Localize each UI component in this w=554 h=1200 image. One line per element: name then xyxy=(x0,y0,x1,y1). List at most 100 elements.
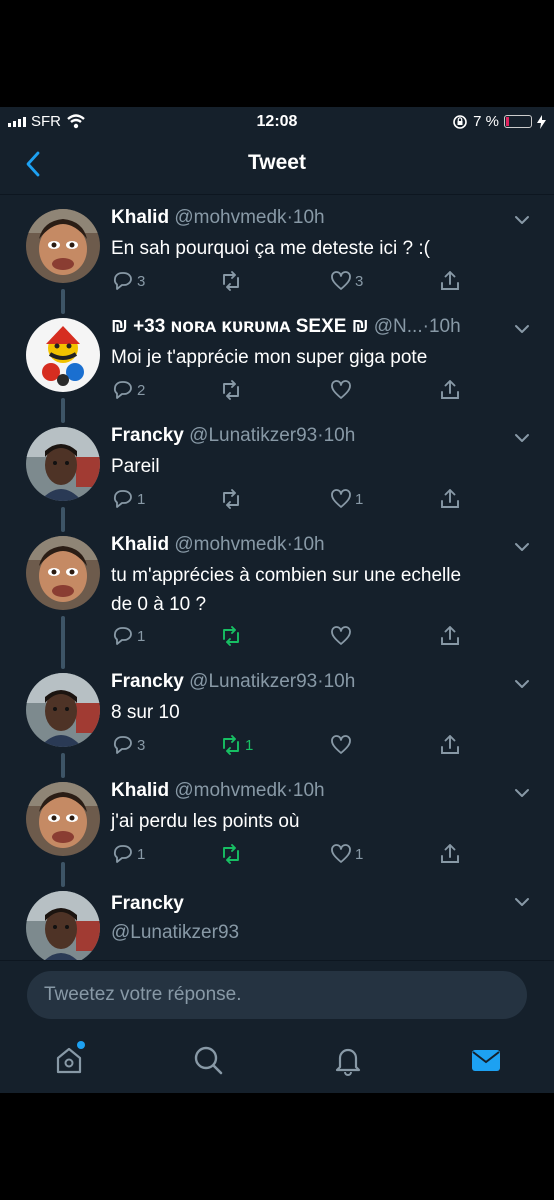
tweet-header: ₪ +33 ɴᴏʀᴀ ᴋᴜʀᴜᴍᴀ SEXE ₪ @N...·10h xyxy=(111,316,461,338)
avatar[interactable] xyxy=(26,673,100,747)
tweet[interactable]: Khalid @mohvmedk·10h j'ai perdu les point… xyxy=(0,768,554,887)
tweet[interactable]: Khalid @mohvmedk·10h tu m'apprécies à com… xyxy=(0,522,554,669)
chevron-down-icon[interactable] xyxy=(514,897,530,907)
tab-bar xyxy=(0,1033,554,1093)
share-icon xyxy=(441,489,459,508)
heart-icon xyxy=(331,489,351,508)
tab-messages[interactable] xyxy=(469,1043,503,1077)
charging-icon xyxy=(537,114,546,129)
reply-button[interactable]: 2 xyxy=(111,378,145,402)
chevron-down-icon[interactable] xyxy=(514,542,530,552)
timestamp: 10h xyxy=(323,671,356,692)
share-button[interactable] xyxy=(438,269,462,293)
status-right: 7 % xyxy=(452,113,546,130)
retweet-icon xyxy=(223,626,239,646)
navigation-bar: Tweet xyxy=(0,137,554,195)
retweet-icon xyxy=(223,489,239,509)
author-name[interactable]: Francky xyxy=(111,671,184,692)
page-title: Tweet xyxy=(248,151,306,174)
tweet[interactable]: Francky @Lunatikzer93·10h 8 sur 10 3 1 xyxy=(0,659,554,778)
reply-count: 1 xyxy=(137,627,146,645)
author-name[interactable]: Khalid xyxy=(111,780,169,801)
author-handle[interactable]: @Lunatikzer93 xyxy=(111,918,239,947)
tweet[interactable]: Francky @Lunatikzer93 xyxy=(0,877,554,960)
tweet-text: de 0 à 10 ? xyxy=(111,594,207,615)
retweet-icon xyxy=(223,380,239,400)
reply-icon xyxy=(113,381,132,399)
avatar[interactable] xyxy=(26,891,100,960)
share-button[interactable] xyxy=(438,733,462,757)
chevron-down-icon[interactable] xyxy=(514,324,530,334)
tab-search[interactable] xyxy=(191,1043,225,1077)
chevron-down-icon[interactable] xyxy=(514,788,530,798)
reply-icon xyxy=(113,736,132,754)
like-button[interactable]: 1 xyxy=(329,487,363,511)
retweet-icon xyxy=(223,271,239,291)
author-handle[interactable]: @Lunatikzer93 xyxy=(189,425,317,446)
author-name[interactable]: Khalid xyxy=(111,207,169,228)
search-icon xyxy=(194,1046,223,1075)
screen: SFR 12:08 7 % Tweet Khalid @mohvmedk·10h… xyxy=(0,107,554,1093)
like-button[interactable]: 1 xyxy=(329,842,363,866)
like-button[interactable] xyxy=(329,733,355,757)
avatar-image xyxy=(26,318,100,392)
reply-button[interactable]: 1 xyxy=(111,624,145,648)
author-handle[interactable]: @mohvmedk xyxy=(174,534,286,555)
reply-button[interactable]: 1 xyxy=(111,842,145,866)
retweet-button[interactable] xyxy=(219,378,245,402)
share-icon xyxy=(441,735,459,754)
heart-icon xyxy=(331,380,351,399)
avatar[interactable] xyxy=(26,427,100,501)
reply-bar: Tweetez votre réponse. xyxy=(0,960,554,1034)
reply-button[interactable]: 3 xyxy=(111,269,145,293)
tweet[interactable]: Francky @Lunatikzer93·10h Pareil 1 1 xyxy=(0,413,554,532)
retweet-button[interactable] xyxy=(219,487,245,511)
reply-button[interactable]: 1 xyxy=(111,487,145,511)
avatar-image xyxy=(26,782,100,856)
retweet-button[interactable] xyxy=(219,624,245,648)
author-handle[interactable]: @mohvmedk xyxy=(174,207,286,228)
avatar[interactable] xyxy=(26,209,100,283)
share-icon xyxy=(441,380,459,399)
timestamp: 10h xyxy=(323,425,356,446)
reply-count: 2 xyxy=(137,381,146,399)
tweet[interactable]: Khalid @mohvmedk·10h En sah pourquoi ça m… xyxy=(0,195,554,314)
author-name[interactable]: Francky xyxy=(111,425,184,446)
retweet-button[interactable] xyxy=(219,269,245,293)
tweet[interactable]: ₪ +33 ɴᴏʀᴀ ᴋᴜʀᴜᴍᴀ SEXE ₪ @N...·10h Moi je… xyxy=(0,304,554,423)
retweet-button[interactable]: 1 xyxy=(219,733,253,757)
tab-notifications[interactable] xyxy=(331,1043,365,1077)
retweet-button[interactable] xyxy=(219,842,245,866)
mail-icon xyxy=(472,1050,500,1071)
reply-button[interactable]: 3 xyxy=(111,733,145,757)
chevron-down-icon[interactable] xyxy=(514,679,530,689)
author-handle[interactable]: @N... xyxy=(374,316,423,337)
tweet-header: Francky @Lunatikzer93 xyxy=(111,889,239,947)
author-name[interactable]: Khalid xyxy=(111,534,169,555)
tweet-actions: 2 xyxy=(111,378,541,404)
avatar-image xyxy=(26,673,100,747)
avatar-image xyxy=(26,536,100,610)
share-button[interactable] xyxy=(438,842,462,866)
avatar-image xyxy=(26,209,100,283)
reply-input[interactable]: Tweetez votre réponse. xyxy=(27,971,527,1019)
like-button[interactable] xyxy=(329,624,355,648)
author-name[interactable]: Francky xyxy=(111,893,184,914)
avatar-image xyxy=(26,427,100,501)
avatar[interactable] xyxy=(26,536,100,610)
chevron-down-icon[interactable] xyxy=(514,433,530,443)
avatar[interactable] xyxy=(26,318,100,392)
author-handle[interactable]: @Lunatikzer93 xyxy=(189,671,317,692)
share-button[interactable] xyxy=(438,378,462,402)
like-button[interactable]: 3 xyxy=(329,269,363,293)
battery-label: 7 % xyxy=(473,113,499,130)
author-name[interactable]: ₪ +33 ɴᴏʀᴀ ᴋᴜʀᴜᴍᴀ SEXE ₪ xyxy=(111,316,368,337)
share-button[interactable] xyxy=(438,487,462,511)
avatar[interactable] xyxy=(26,782,100,856)
tweet-header: Francky @Lunatikzer93·10h xyxy=(111,671,355,693)
share-button[interactable] xyxy=(438,624,462,648)
author-handle[interactable]: @mohvmedk xyxy=(174,780,286,801)
tweet-text: tu m'apprécies à combien sur une echelle xyxy=(111,565,462,586)
like-button[interactable] xyxy=(329,378,355,402)
chevron-down-icon[interactable] xyxy=(514,215,530,225)
